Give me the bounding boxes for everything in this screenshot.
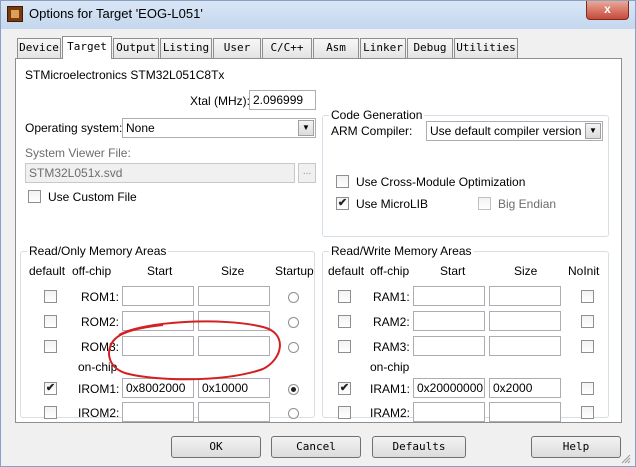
ram1-start-input[interactable] [413, 286, 485, 306]
defaults-button[interactable]: Defaults [372, 436, 466, 458]
rom1-size-input[interactable] [198, 286, 270, 306]
rw-header-start: Start [440, 264, 466, 278]
system-viewer-file-label: System Viewer File: [25, 146, 131, 160]
big-endian-label: Big Endian [498, 197, 557, 211]
use-microlib-checkbox[interactable]: ✔ [336, 197, 349, 210]
use-custom-file-label: Use Custom File [48, 190, 137, 204]
irom1-default-checkbox[interactable]: ✔ [44, 382, 57, 395]
help-button[interactable]: Help [531, 436, 621, 458]
iram2-start-input[interactable] [413, 402, 485, 422]
tab-target[interactable]: Target [62, 36, 112, 59]
rom1-startup-radio[interactable] [288, 292, 299, 303]
irom2-start-input[interactable] [122, 402, 194, 422]
arm-compiler-value: Use default compiler version 5 [430, 124, 592, 138]
ram1-size-input[interactable] [489, 286, 561, 306]
tab-cc[interactable]: C/C++ [262, 38, 312, 58]
ram3-noinit-checkbox[interactable] [581, 340, 594, 353]
ro-header-offchip: off-chip [72, 264, 112, 278]
cross-module-optimization-checkbox[interactable] [336, 175, 349, 188]
irom2-size-input[interactable] [198, 402, 270, 422]
resize-grip-icon[interactable] [621, 454, 631, 464]
rw-header-offchip: off-chip [370, 264, 410, 278]
tab-debug[interactable]: Debug [407, 38, 453, 58]
iram2-label: IRAM2: [370, 406, 411, 420]
ro-header-startup: Startup [275, 264, 314, 278]
red-annotation-circle [108, 320, 281, 381]
arm-compiler-select[interactable]: Use default compiler version 5 ▼ [426, 121, 603, 141]
tab-device[interactable]: Device [17, 38, 61, 58]
rw-header-size: Size [514, 264, 538, 278]
title-bar[interactable]: Options for Target 'EOG-L051' x [1, 1, 635, 29]
tab-output[interactable]: Output [113, 38, 159, 58]
operating-system-label: Operating system: [25, 121, 123, 135]
system-viewer-file-input[interactable]: STM32L051x.svd [25, 163, 295, 183]
big-endian-checkbox[interactable] [478, 197, 491, 210]
ram2-default-checkbox[interactable] [338, 315, 351, 328]
browse-button[interactable]: ... [298, 163, 316, 183]
iram2-size-input[interactable] [489, 402, 561, 422]
window-title: Options for Target 'EOG-L051' [29, 6, 203, 21]
arm-compiler-label: ARM Compiler: [331, 124, 413, 138]
ram2-size-input[interactable] [489, 311, 561, 331]
chevron-down-icon[interactable]: ▼ [298, 120, 314, 136]
cancel-button[interactable]: Cancel [271, 436, 361, 458]
read-only-memory-title: Read/Only Memory Areas [27, 244, 169, 258]
tab-asm[interactable]: Asm [313, 38, 359, 58]
iram1-size-input[interactable]: 0x2000 [489, 378, 561, 398]
ram2-label: RAM2: [373, 315, 410, 329]
ok-button[interactable]: OK [171, 436, 261, 458]
ram3-size-input[interactable] [489, 336, 561, 356]
operating-system-value: None [126, 121, 155, 135]
ro-header-size: Size [221, 264, 245, 278]
rom3-default-checkbox[interactable] [44, 340, 57, 353]
ram3-default-checkbox[interactable] [338, 340, 351, 353]
ram1-noinit-checkbox[interactable] [581, 290, 594, 303]
use-microlib-label: Use MicroLIB [356, 197, 429, 211]
irom2-default-checkbox[interactable] [44, 406, 57, 419]
rom2-default-checkbox[interactable] [44, 315, 57, 328]
xtal-label: Xtal (MHz): [190, 94, 250, 108]
ram1-label: RAM1: [373, 290, 410, 304]
tab-user[interactable]: User [213, 38, 261, 58]
ram2-start-input[interactable] [413, 311, 485, 331]
read-write-memory-group: Read/Write Memory Areas default off-chip… [322, 244, 609, 422]
iram1-noinit-checkbox[interactable] [581, 382, 594, 395]
irom2-startup-radio[interactable] [288, 408, 299, 419]
iram2-default-checkbox[interactable] [338, 406, 351, 419]
operating-system-select[interactable]: None ▼ [122, 118, 316, 138]
rom1-default-checkbox[interactable] [44, 290, 57, 303]
device-name: STMicroelectronics STM32L051C8Tx [25, 68, 225, 82]
irom2-label: IROM2: [78, 406, 120, 420]
iram1-label: IRAM1: [370, 382, 411, 396]
rom1-start-input[interactable] [122, 286, 194, 306]
iram2-noinit-checkbox[interactable] [581, 406, 594, 419]
cross-module-optimization-label: Use Cross-Module Optimization [356, 175, 526, 189]
ram3-start-input[interactable] [413, 336, 485, 356]
irom1-startup-radio[interactable] [288, 384, 299, 395]
code-generation-group: Code Generation ARM Compiler: Use defaul… [322, 108, 609, 237]
tab-utilities[interactable]: Utilities [454, 38, 518, 58]
rw-header-noinit: NoInit [568, 264, 600, 278]
ro-header-default: default [29, 264, 66, 278]
ram1-default-checkbox[interactable] [338, 290, 351, 303]
close-button[interactable]: x [586, 1, 629, 20]
use-custom-file-checkbox[interactable] [28, 190, 41, 203]
rom1-label: ROM1: [81, 290, 120, 304]
iram1-start-input[interactable]: 0x20000000 [413, 378, 485, 398]
ram3-label: RAM3: [373, 340, 410, 354]
xtal-input[interactable]: 2.096999 [249, 90, 316, 110]
tab-listing[interactable]: Listing [160, 38, 212, 58]
ro-header-start: Start [147, 264, 173, 278]
rw-onchip-label: on-chip [370, 360, 410, 374]
code-generation-title: Code Generation [329, 108, 425, 122]
dialog-body: Device Target Output Listing User C/C++ … [3, 29, 633, 465]
iram1-default-checkbox[interactable]: ✔ [338, 382, 351, 395]
ram2-noinit-checkbox[interactable] [581, 315, 594, 328]
keil-app-icon [7, 6, 23, 22]
options-dialog-window: Options for Target 'EOG-L051' x Device T… [0, 0, 636, 467]
chevron-down-icon[interactable]: ▼ [585, 123, 601, 139]
rw-header-default: default [328, 264, 365, 278]
read-write-memory-title: Read/Write Memory Areas [329, 244, 474, 258]
tab-linker[interactable]: Linker [360, 38, 406, 58]
